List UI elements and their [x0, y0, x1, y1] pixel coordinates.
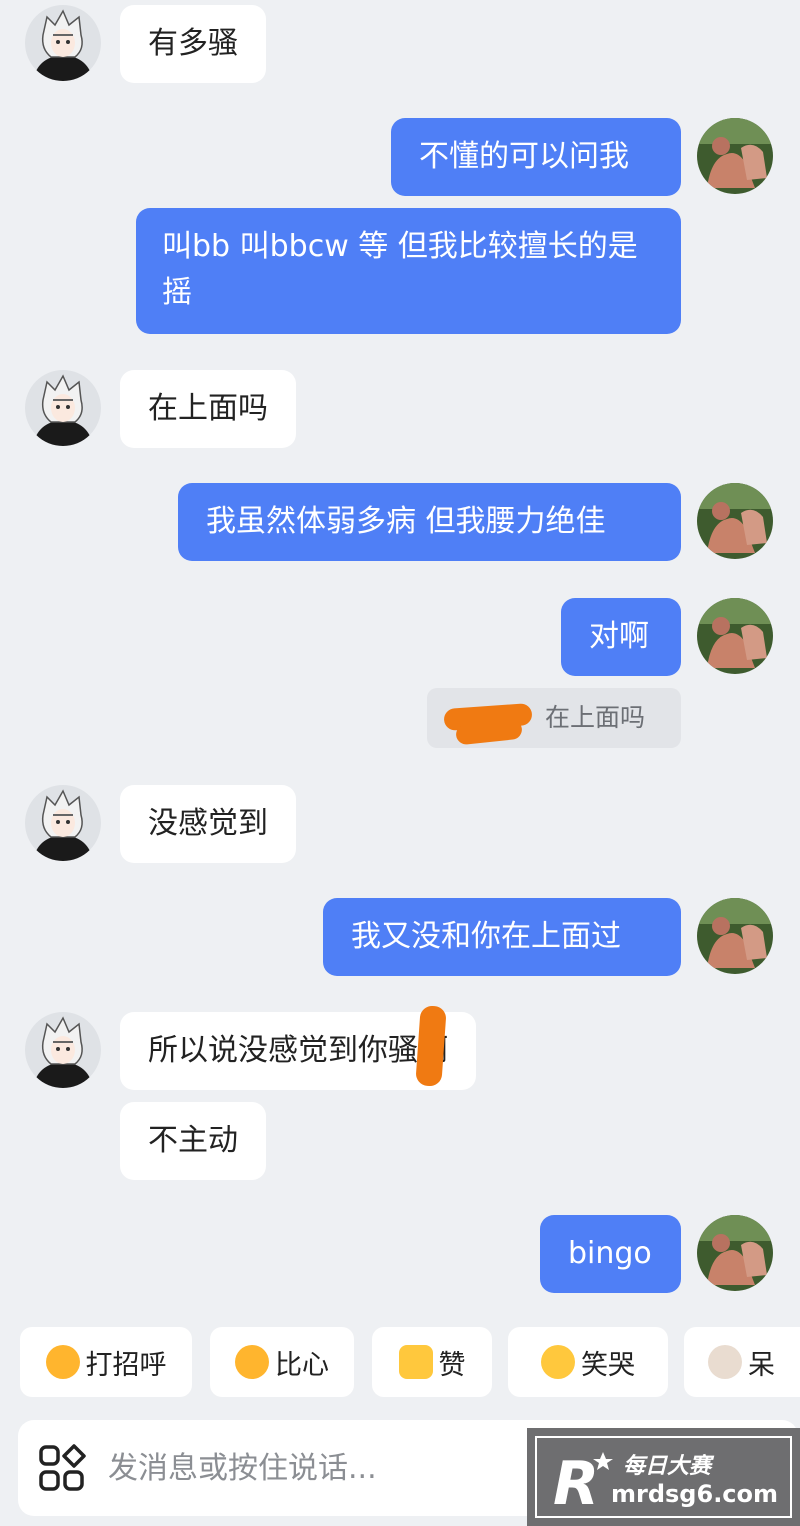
anime-avatar-icon: [25, 5, 101, 81]
outdoor-photo-avatar-icon: [697, 598, 773, 674]
watermark-logo: R: [553, 1449, 613, 1510]
redaction-mark: [415, 1005, 447, 1087]
contact-avatar[interactable]: [25, 785, 101, 861]
quick-reply-bar: 打招呼 比心 赞 笑哭 呆: [0, 1327, 800, 1399]
site-watermark: R 每日大赛 mrdsg6.com: [527, 1428, 800, 1526]
quick-reply-dazed[interactable]: 呆: [684, 1327, 800, 1397]
quoted-text: 在上面吗: [545, 703, 646, 732]
tears-of-joy-emoji-icon: [541, 1345, 575, 1379]
anime-avatar-icon: [25, 1012, 101, 1088]
outdoor-photo-avatar-icon: [697, 483, 773, 559]
chat-screen: 有多骚 不懂的可以问我 叫bb 叫bbcw 等 但我比较擅长的是 摇 在上面吗: [0, 0, 800, 1526]
outdoor-photo-avatar-icon: [697, 898, 773, 974]
anime-avatar-icon: [25, 785, 101, 861]
quick-reply-like[interactable]: 赞: [372, 1327, 492, 1397]
contact-avatar[interactable]: [25, 5, 101, 81]
quick-reply-heart[interactable]: 比心: [210, 1327, 354, 1397]
chip-label: 赞: [438, 1349, 466, 1381]
apps-grid-icon[interactable]: [38, 1444, 86, 1492]
message-text: 不主动: [148, 1123, 238, 1158]
svg-text:R: R: [553, 1449, 599, 1510]
message-text: 所以说没感觉到你骚啊: [148, 1033, 448, 1068]
outgoing-message[interactable]: 我又没和你在上面过: [323, 898, 681, 976]
message-text: 我又没和你在上面过: [351, 919, 621, 954]
outgoing-message[interactable]: 不懂的可以问我: [391, 118, 681, 196]
my-avatar[interactable]: [697, 483, 773, 559]
my-avatar[interactable]: [697, 898, 773, 974]
watermark-url: mrdsg6.com: [611, 1480, 779, 1508]
message-text: 有多骚: [148, 26, 238, 61]
waving-emoji-icon: [45, 1345, 80, 1379]
heart-hands-emoji-icon: [235, 1345, 269, 1379]
message-text: 叫bb 叫bbcw 等 但我比较擅长的是 摇: [162, 229, 638, 310]
message-text: bingo: [568, 1236, 652, 1271]
my-avatar[interactable]: [697, 1215, 773, 1291]
outgoing-message[interactable]: 对啊: [561, 598, 681, 676]
message-text: 我虽然体弱多病 但我腰力绝佳: [206, 504, 606, 539]
quick-reply-laugh-cry[interactable]: 笑哭: [508, 1327, 668, 1397]
chip-label: 比心: [275, 1349, 329, 1381]
watermark-frame: R 每日大赛 mrdsg6.com: [535, 1436, 792, 1518]
chip-label: 打招呼: [85, 1349, 167, 1381]
chip-label: 笑哭: [581, 1349, 635, 1381]
outdoor-photo-avatar-icon: [697, 118, 773, 194]
watermark-title: 每日大赛: [623, 1454, 712, 1479]
chip-label: 呆: [748, 1349, 775, 1381]
my-avatar[interactable]: [697, 598, 773, 674]
outdoor-photo-avatar-icon: [697, 1215, 773, 1291]
incoming-message[interactable]: 在上面吗: [120, 370, 296, 448]
my-avatar[interactable]: [697, 118, 773, 194]
contact-avatar[interactable]: [25, 370, 101, 446]
outgoing-message[interactable]: 叫bb 叫bbcw 等 但我比较擅长的是 摇: [136, 208, 681, 334]
dazed-cat-emoji-icon: [708, 1345, 742, 1379]
quick-reply-wave[interactable]: 打招呼: [20, 1327, 192, 1397]
incoming-message[interactable]: 没感觉到: [120, 785, 296, 863]
thumbs-up-icon: [398, 1345, 433, 1379]
incoming-message[interactable]: 有多骚: [120, 5, 266, 83]
incoming-message[interactable]: 不主动: [120, 1102, 266, 1180]
contact-avatar[interactable]: [25, 1012, 101, 1088]
message-text: 不懂的可以问我: [419, 139, 629, 174]
message-input[interactable]: [108, 1420, 528, 1516]
message-text: 没感觉到: [148, 806, 268, 841]
outgoing-message[interactable]: bingo: [540, 1215, 681, 1293]
anime-avatar-icon: [25, 370, 101, 446]
message-text: 对啊: [589, 619, 649, 654]
message-text: 在上面吗: [148, 391, 268, 426]
outgoing-message[interactable]: 我虽然体弱多病 但我腰力绝佳: [178, 483, 681, 561]
